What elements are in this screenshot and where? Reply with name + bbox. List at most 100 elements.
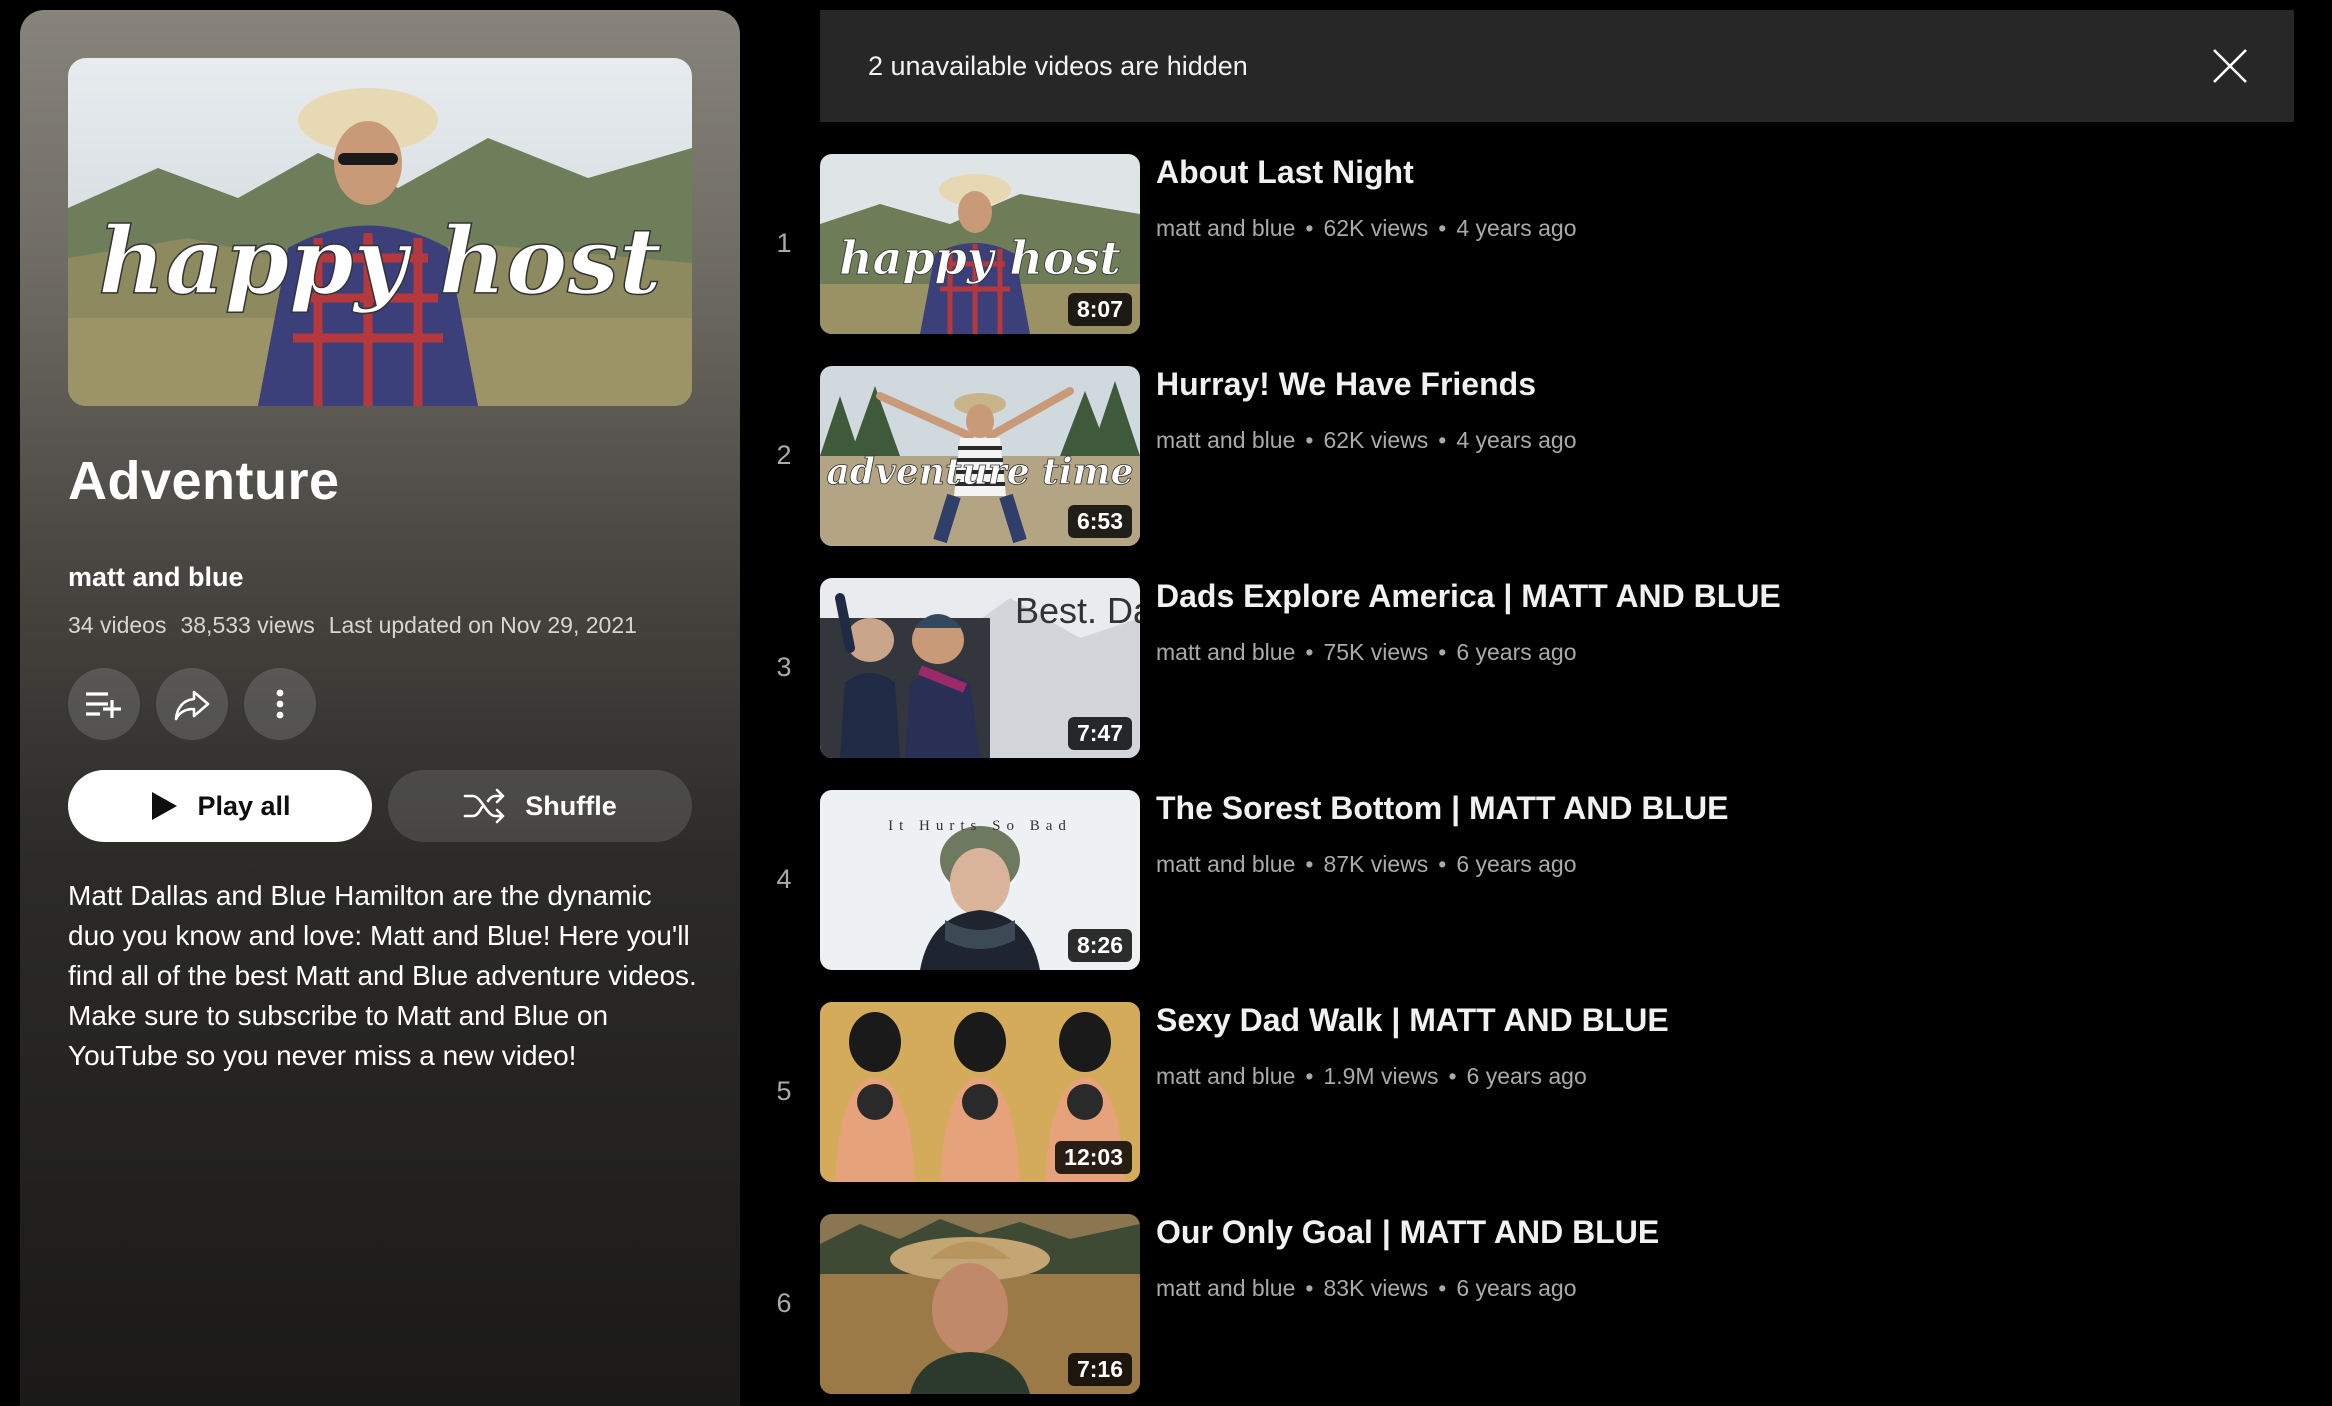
hidden-videos-message: 2 unavailable videos are hidden xyxy=(868,50,1248,81)
video-index: 4 xyxy=(776,864,792,894)
video-index: 3 xyxy=(776,652,792,682)
playlist-video-list: 1 happy host 8:07 About Last Night matt xyxy=(760,154,2300,1406)
video-details: matt and blue • 75K views • 6 years ago xyxy=(1156,639,1781,666)
video-channel[interactable]: matt and blue xyxy=(1156,1275,1295,1302)
video-thumbnail[interactable]: 12:03 xyxy=(820,1002,1140,1182)
separator-dot: • xyxy=(1305,427,1314,453)
video-age: 4 years ago xyxy=(1456,215,1577,241)
video-index: 6 xyxy=(776,1288,792,1318)
video-channel[interactable]: matt and blue xyxy=(1156,1063,1295,1090)
thumb-text: adventure time xyxy=(826,451,1133,493)
playlist-owner[interactable]: matt and blue xyxy=(68,562,244,593)
video-details: matt and blue • 83K views • 6 years ago xyxy=(1156,1275,1659,1302)
video-index: 1 xyxy=(776,228,792,258)
video-title[interactable]: Our Only Goal | MATT AND BLUE xyxy=(1156,1214,1659,1251)
separator-dot: • xyxy=(1438,1275,1447,1301)
video-views: 75K views xyxy=(1323,639,1429,665)
close-icon xyxy=(2213,49,2247,83)
video-title[interactable]: Hurray! We Have Friends xyxy=(1156,366,1577,403)
video-details: matt and blue • 62K views • 4 years ago xyxy=(1156,215,1577,242)
playlist-stats: 34 videos 38,533 views Last updated on N… xyxy=(68,612,637,639)
video-duration: 7:16 xyxy=(1067,1353,1132,1386)
video-index: 5 xyxy=(776,1076,792,1106)
hero-thumb-text: happy host xyxy=(98,207,661,315)
video-duration: 6:53 xyxy=(1067,505,1132,538)
video-meta: Our Only Goal | MATT AND BLUE matt and b… xyxy=(1156,1214,1659,1302)
video-duration: 12:03 xyxy=(1055,1141,1132,1174)
view-count: 38,533 views xyxy=(180,612,315,638)
playlist-page: happy host Adventure matt and blue 34 vi… xyxy=(0,0,2332,1406)
save-playlist-button[interactable] xyxy=(68,668,140,740)
video-thumbnail[interactable]: happy host 8:07 xyxy=(820,154,1140,334)
video-channel[interactable]: matt and blue xyxy=(1156,639,1295,666)
video-count: 34 videos xyxy=(68,612,167,638)
playlist-actions xyxy=(68,668,316,740)
video-index: 2 xyxy=(776,440,792,470)
video-row[interactable]: 3 Best. Day. Ever. 7:47 D xyxy=(760,578,2300,790)
hidden-videos-banner: 2 unavailable videos are hidden xyxy=(820,10,2294,122)
video-row[interactable]: 1 happy host 8:07 About Last Night matt xyxy=(760,154,2300,366)
play-all-label: Play all xyxy=(197,790,291,821)
thumb-text: happy host xyxy=(839,231,1121,285)
more-actions-button[interactable] xyxy=(244,668,316,740)
video-details: matt and blue • 1.9M views • 6 years ago xyxy=(1156,1063,1669,1090)
video-row[interactable]: 2 adventure time 6:53 Hurray! We Have Fr… xyxy=(760,366,2300,578)
video-title[interactable]: The Sorest Bottom | MATT AND BLUE xyxy=(1156,790,1728,827)
video-meta: Dads Explore America | MATT AND BLUE mat… xyxy=(1156,578,1781,666)
video-details: matt and blue • 62K views • 4 years ago xyxy=(1156,427,1577,454)
separator-dot: • xyxy=(1438,427,1447,453)
dismiss-banner-button[interactable] xyxy=(2206,42,2254,90)
separator-dot: • xyxy=(1305,1063,1314,1089)
video-title[interactable]: Sexy Dad Walk | MATT AND BLUE xyxy=(1156,1002,1669,1039)
shuffle-label: Shuffle xyxy=(525,790,617,821)
video-views: 87K views xyxy=(1323,851,1429,877)
thumb-text: Best. Day. Ever. xyxy=(1015,590,1140,631)
separator-dot: • xyxy=(1438,639,1447,665)
video-channel[interactable]: matt and blue xyxy=(1156,427,1295,454)
video-age: 6 years ago xyxy=(1466,1063,1587,1089)
video-row[interactable]: 4 It Hurts So Bad 8:26 The Sorest Bottom… xyxy=(760,790,2300,1002)
video-meta: The Sorest Bottom | MATT AND BLUE matt a… xyxy=(1156,790,1728,878)
video-views: 62K views xyxy=(1323,427,1429,453)
video-thumbnail[interactable]: 7:16 xyxy=(820,1214,1140,1394)
shuffle-button[interactable]: Shuffle xyxy=(388,770,692,842)
more-vertical-icon xyxy=(276,689,284,719)
playlist-thumbnail[interactable]: happy host xyxy=(68,58,692,406)
video-meta: Sexy Dad Walk | MATT AND BLUE matt and b… xyxy=(1156,1002,1669,1090)
video-details: matt and blue • 87K views • 6 years ago xyxy=(1156,851,1728,878)
video-thumbnail[interactable]: It Hurts So Bad 8:26 xyxy=(820,790,1140,970)
separator-dot: • xyxy=(1438,851,1447,877)
video-meta: Hurray! We Have Friends matt and blue • … xyxy=(1156,366,1577,454)
video-thumbnail[interactable]: Best. Day. Ever. 7:47 xyxy=(820,578,1140,758)
video-meta: About Last Night matt and blue • 62K vie… xyxy=(1156,154,1577,242)
video-row[interactable]: 5 12:03 Sexy Dad Walk | MATT AND BLUE ma… xyxy=(760,1002,2300,1214)
video-duration: 8:26 xyxy=(1067,929,1132,962)
thumb-text: It Hurts So Bad xyxy=(888,818,1072,834)
playback-buttons: Play all Shuffle xyxy=(68,770,692,842)
video-thumbnail[interactable]: adventure time 6:53 xyxy=(820,366,1140,546)
video-age: 6 years ago xyxy=(1456,639,1577,665)
shuffle-icon xyxy=(463,788,505,824)
video-channel[interactable]: matt and blue xyxy=(1156,215,1295,242)
video-age: 6 years ago xyxy=(1456,1275,1577,1301)
video-duration: 8:07 xyxy=(1067,293,1132,326)
video-age: 6 years ago xyxy=(1456,851,1577,877)
video-title[interactable]: About Last Night xyxy=(1156,154,1577,191)
separator-dot: • xyxy=(1448,1063,1457,1089)
share-icon xyxy=(174,690,210,721)
video-row[interactable]: 6 7:16 Our Only Goal | MATT AND BLUE mat… xyxy=(760,1214,2300,1406)
video-age: 4 years ago xyxy=(1456,427,1577,453)
video-views: 83K views xyxy=(1323,1275,1429,1301)
video-title[interactable]: Dads Explore America | MATT AND BLUE xyxy=(1156,578,1781,615)
separator-dot: • xyxy=(1305,1275,1314,1301)
separator-dot: • xyxy=(1305,851,1314,877)
video-views: 1.9M views xyxy=(1323,1063,1439,1089)
playlist-title: Adventure xyxy=(68,451,340,511)
play-all-button[interactable]: Play all xyxy=(68,770,372,842)
video-views: 62K views xyxy=(1323,215,1429,241)
separator-dot: • xyxy=(1305,215,1314,241)
playlist-header-panel: happy host Adventure matt and blue 34 vi… xyxy=(20,10,740,1406)
share-button[interactable] xyxy=(156,668,228,740)
video-channel[interactable]: matt and blue xyxy=(1156,851,1295,878)
separator-dot: • xyxy=(1305,639,1314,665)
